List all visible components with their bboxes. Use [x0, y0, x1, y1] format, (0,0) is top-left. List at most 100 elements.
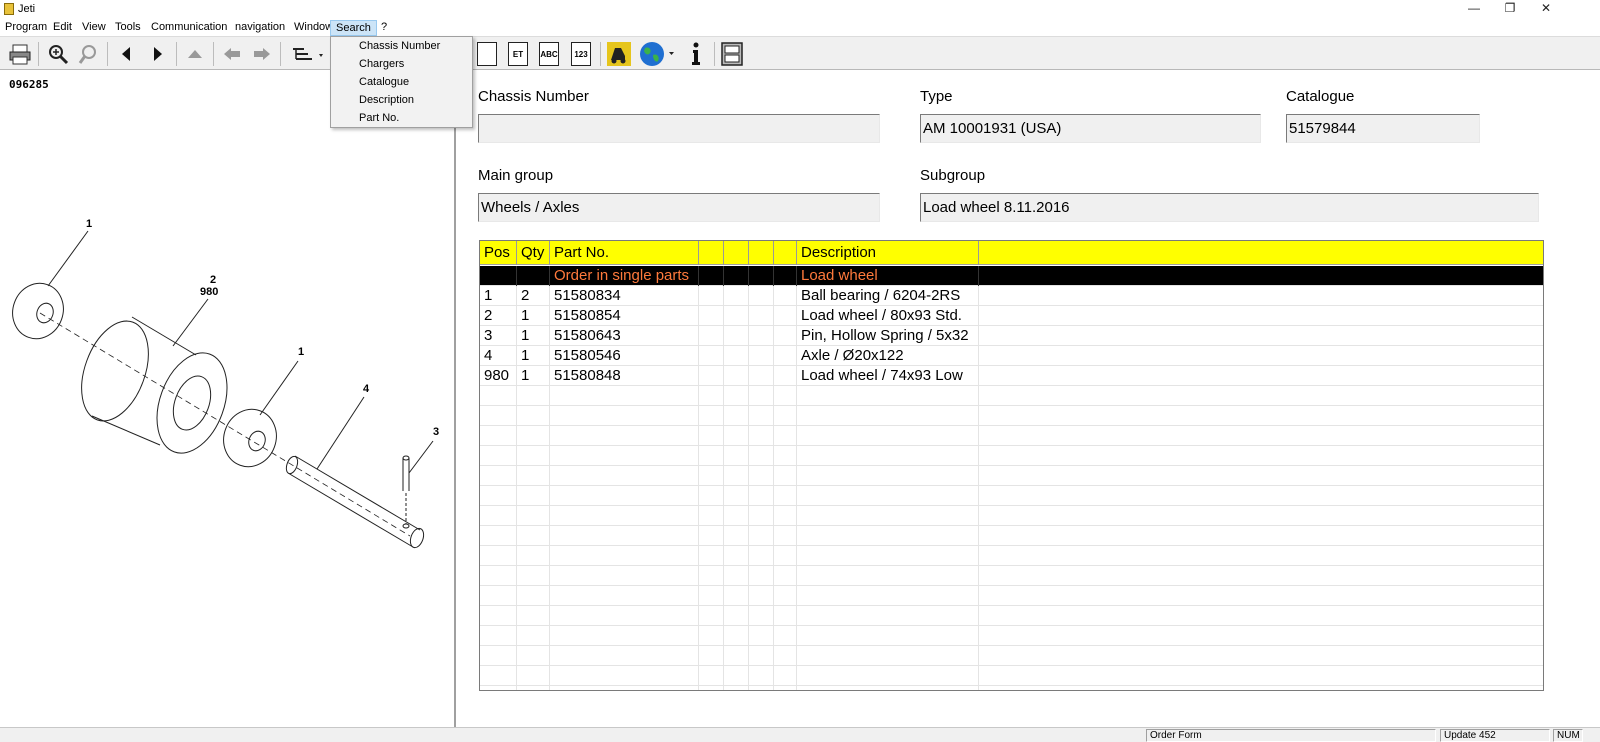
chassis-number-field[interactable] [478, 114, 880, 143]
cell-blank [724, 646, 749, 666]
minimize-button[interactable]: — [1456, 0, 1492, 18]
column-blank[interactable] [699, 241, 724, 265]
cell-blank [724, 526, 749, 546]
cell-qty: 1 [517, 326, 550, 346]
restore-button[interactable]: ❐ [1492, 0, 1528, 18]
cell-pos [480, 566, 517, 586]
cell-blank [774, 406, 797, 426]
table-row[interactable] [480, 566, 1543, 586]
cell-pos [480, 646, 517, 666]
cell-pos: 2 [480, 306, 517, 326]
table-row[interactable]: 2 1 51580854 Load wheel / 80x93 Std. [480, 306, 1543, 326]
search-menu-part-no[interactable]: Part No. [331, 109, 472, 127]
menu-edit[interactable]: Edit [48, 20, 77, 36]
column-qty[interactable]: Qty [517, 241, 550, 265]
table-row[interactable] [480, 686, 1543, 690]
menu-tools[interactable]: Tools [110, 20, 146, 36]
table-row[interactable] [480, 646, 1543, 666]
print-button[interactable] [6, 40, 34, 68]
cell-blank [724, 366, 749, 386]
number-button[interactable]: 123 [567, 40, 595, 68]
cell-pos [480, 546, 517, 566]
search-menu-catalogue[interactable]: Catalogue [331, 73, 472, 91]
main-group-field[interactable]: Wheels / Axles [478, 193, 880, 222]
table-row[interactable] [480, 586, 1543, 606]
cell-description [797, 386, 979, 406]
menu-program[interactable]: Program [0, 20, 52, 36]
cell-blank [774, 606, 797, 626]
document-button[interactable] [473, 40, 501, 68]
cell-description [797, 686, 979, 690]
cell-qty [517, 506, 550, 526]
table-row[interactable] [480, 466, 1543, 486]
table-row[interactable]: 4 1 51580546 Axle / Ø20x122 [480, 346, 1543, 366]
column-blank[interactable] [774, 241, 797, 265]
tree-view-dropdown[interactable] [286, 40, 328, 68]
back-button[interactable] [218, 40, 246, 68]
cell-qty [517, 666, 550, 686]
column-blank[interactable] [749, 241, 774, 265]
table-row[interactable]: 1 2 51580834 Ball bearing / 6204-2RS [480, 286, 1543, 306]
table-row[interactable] [480, 546, 1543, 566]
table-row[interactable] [480, 606, 1543, 626]
subgroup-field[interactable]: Load wheel 8.11.2016 [920, 193, 1539, 222]
table-row[interactable] [480, 406, 1543, 426]
menu-view[interactable]: View [77, 20, 111, 36]
number-doc-icon: 123 [571, 42, 591, 66]
table-row[interactable] [480, 666, 1543, 686]
forward-button[interactable] [248, 40, 276, 68]
zoom-in-button[interactable] [44, 40, 72, 68]
table-row[interactable]: 3 1 51580643 Pin, Hollow Spring / 5x32 [480, 326, 1543, 346]
cell-description [797, 406, 979, 426]
cell-part-no: 51580643 [550, 326, 699, 346]
close-button[interactable]: ✕ [1528, 0, 1564, 18]
column-description[interactable]: Description [797, 241, 979, 265]
exploded-parts-drawing[interactable] [0, 71, 454, 727]
table-row[interactable] [480, 446, 1543, 466]
column-pos[interactable]: Pos [480, 241, 517, 265]
cell-blank [699, 586, 724, 606]
menu-communication[interactable]: Communication [146, 20, 232, 36]
column-blank[interactable] [979, 241, 1543, 265]
et-button[interactable]: ET [504, 40, 532, 68]
cell-description [797, 666, 979, 686]
table-row-group[interactable]: Order in single parts Load wheel [480, 266, 1543, 286]
forklift-button[interactable] [605, 40, 633, 68]
table-row[interactable] [480, 506, 1543, 526]
cell-qty [517, 566, 550, 586]
info-button[interactable] [682, 40, 710, 68]
type-field[interactable]: AM 10001931 (USA) [920, 114, 1261, 143]
cell-qty [517, 466, 550, 486]
table-row[interactable] [480, 526, 1543, 546]
search-menu-description[interactable]: Description [331, 91, 472, 109]
previous-button[interactable] [112, 40, 140, 68]
cell-blank [774, 386, 797, 406]
menu-navigation[interactable]: navigation [230, 20, 290, 36]
cell-blank [774, 526, 797, 546]
column-part-no[interactable]: Part No. [550, 241, 699, 265]
table-row[interactable] [480, 386, 1543, 406]
subgroup-label: Subgroup [920, 167, 986, 184]
table-row[interactable] [480, 486, 1543, 506]
language-dropdown[interactable] [636, 40, 678, 68]
table-row[interactable] [480, 626, 1543, 646]
table-row[interactable]: 980 1 51580848 Load wheel / 74x93 Low [480, 366, 1543, 386]
cell-blank [749, 646, 774, 666]
cell-blank [774, 346, 797, 366]
cabinet-button[interactable] [718, 40, 746, 68]
toolbar-separator [213, 42, 214, 66]
menu-help[interactable]: ? [376, 20, 392, 36]
next-button[interactable] [144, 40, 172, 68]
abc-button[interactable]: ABC [535, 40, 563, 68]
menu-search[interactable]: Search [330, 20, 377, 36]
cell-qty [517, 266, 550, 286]
up-button[interactable] [181, 40, 209, 68]
zoom-out-button[interactable] [75, 40, 103, 68]
search-menu-chassis-number[interactable]: Chassis Number [331, 37, 472, 55]
catalogue-field[interactable]: 51579844 [1286, 114, 1480, 143]
table-row[interactable] [480, 426, 1543, 446]
triangle-up-icon [188, 50, 202, 58]
document-icon [477, 42, 497, 66]
column-blank[interactable] [724, 241, 749, 265]
search-menu-chargers[interactable]: Chargers [331, 55, 472, 73]
